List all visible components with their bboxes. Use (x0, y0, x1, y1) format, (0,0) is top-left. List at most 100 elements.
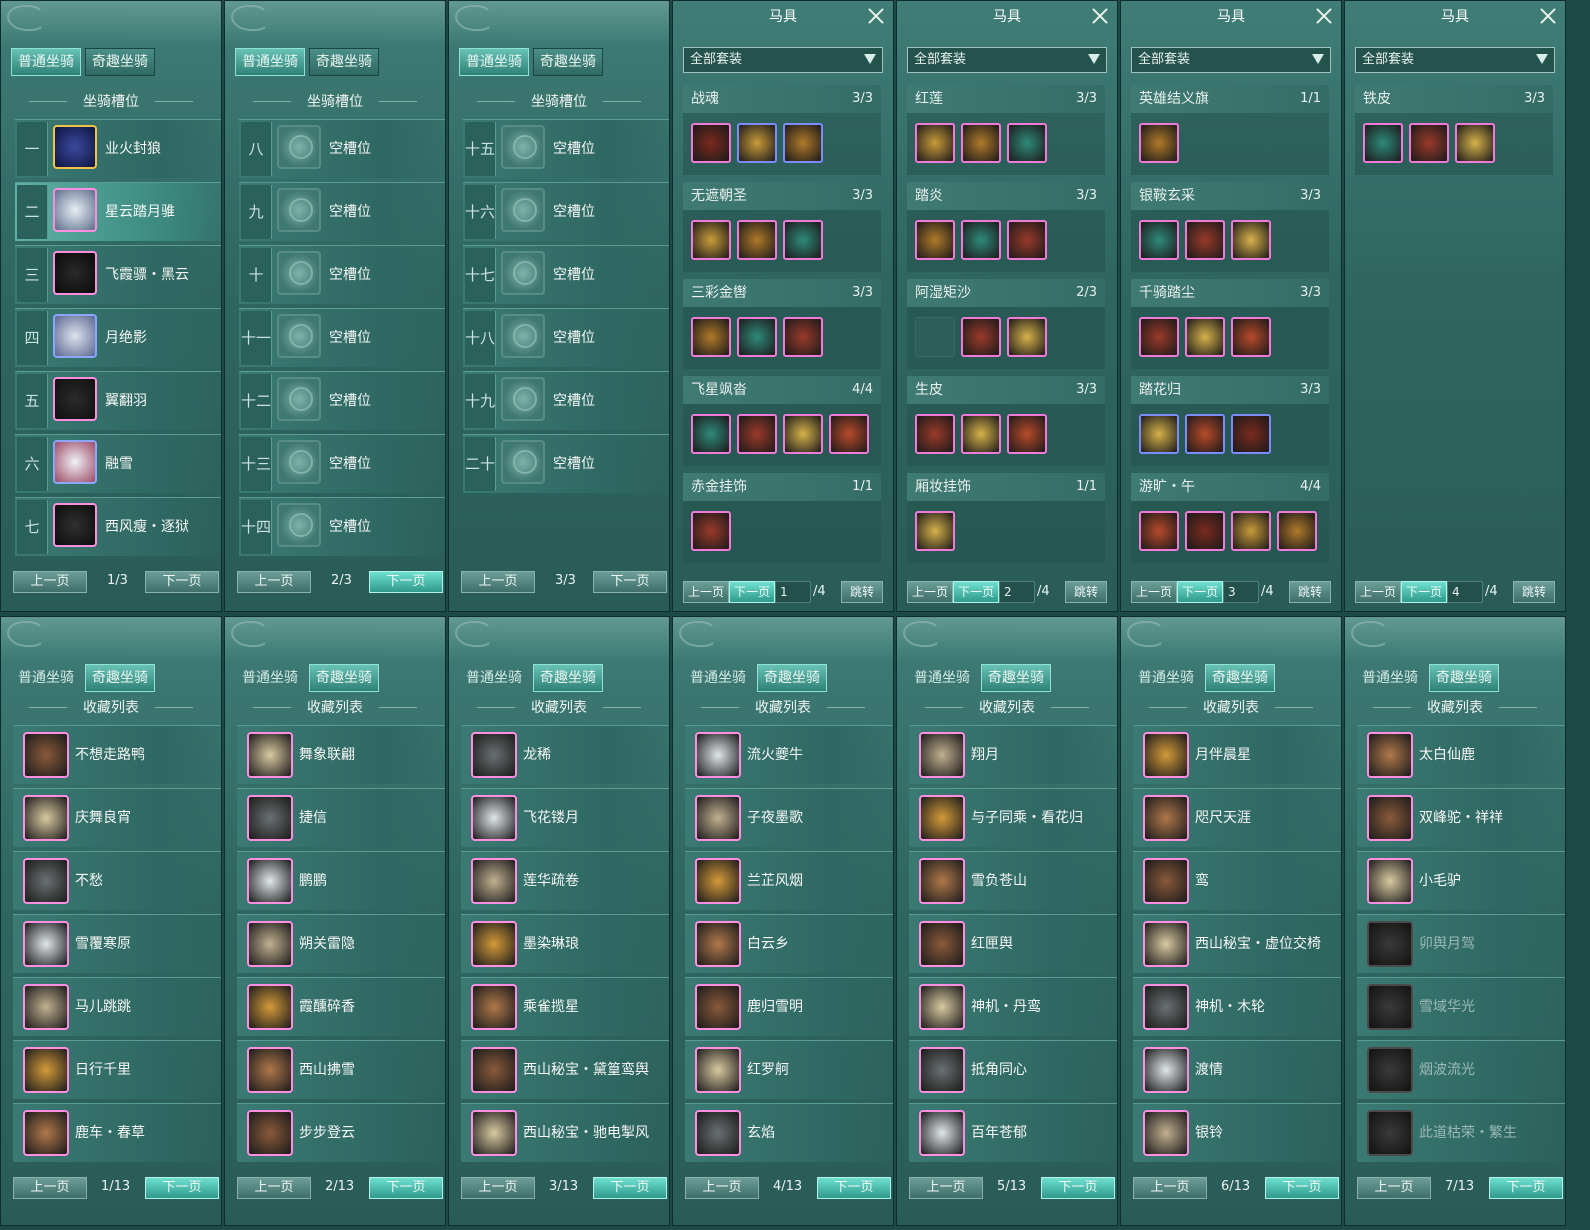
tab-normal-mounts[interactable]: 普通坐骑 (1355, 664, 1425, 692)
prev-page-button[interactable]: 上一页 (907, 581, 953, 603)
collection-item[interactable]: 翔月 (909, 725, 1117, 784)
tab-fun-mounts[interactable]: 奇趣坐骑 (85, 664, 155, 692)
tack-item-icon[interactable] (915, 511, 955, 551)
collection-item[interactable]: 不愁 (13, 851, 221, 910)
collection-item[interactable]: 银铃 (1133, 1103, 1341, 1162)
next-page-button[interactable]: 下一页 (953, 581, 999, 603)
mount-slot-row[interactable]: 八 空槽位 (239, 119, 445, 178)
tack-item-icon[interactable] (915, 220, 955, 260)
collection-item[interactable]: 庆舞良宵 (13, 788, 221, 847)
collection-item[interactable]: 西山秘宝・黛篁鸾舆 (461, 1040, 669, 1099)
next-page-button[interactable]: 下一页 (817, 1177, 891, 1199)
tack-item-icon[interactable] (783, 414, 823, 454)
collection-item[interactable]: 神机・木轮 (1133, 977, 1341, 1036)
tack-item-icon[interactable] (915, 317, 955, 357)
next-page-button[interactable]: 下一页 (1265, 1177, 1339, 1199)
tab-normal-mounts[interactable]: 普通坐骑 (459, 664, 529, 692)
prev-page-button[interactable]: 上一页 (683, 581, 729, 603)
tack-item-icon[interactable] (1139, 414, 1179, 454)
collection-item[interactable]: 飞花镂月 (461, 788, 669, 847)
set-filter-dropdown[interactable]: 全部套装 (1355, 47, 1555, 73)
next-page-button[interactable]: 下一页 (729, 581, 775, 603)
page-input[interactable]: 2 (999, 581, 1035, 603)
tab-fun-mounts[interactable]: 奇趣坐骑 (1205, 664, 1275, 692)
set-filter-dropdown[interactable]: 全部套装 (683, 47, 883, 73)
next-page-button[interactable]: 下一页 (1177, 581, 1223, 603)
collection-item[interactable]: 鸾 (1133, 851, 1341, 910)
tack-item-icon[interactable] (1277, 511, 1317, 551)
tack-item-icon[interactable] (1231, 220, 1271, 260)
mount-slot-row[interactable]: 十 空槽位 (239, 245, 445, 304)
tack-item-icon[interactable] (915, 123, 955, 163)
tack-item-icon[interactable] (1007, 220, 1047, 260)
tack-item-icon[interactable] (915, 414, 955, 454)
collection-item[interactable]: 雪覆寒原 (13, 914, 221, 973)
collection-item[interactable]: 红罗舸 (685, 1040, 893, 1099)
page-input[interactable]: 3 (1223, 581, 1259, 603)
collection-item[interactable]: 霞醺碎香 (237, 977, 445, 1036)
next-page-button[interactable]: 下一页 (593, 1177, 667, 1199)
tack-item-icon[interactable] (1185, 317, 1225, 357)
collection-item[interactable]: 流火夔牛 (685, 725, 893, 784)
tack-item-icon[interactable] (961, 220, 1001, 260)
collection-item[interactable]: 卯舆月驾 (1357, 914, 1565, 973)
tab-normal-mounts[interactable]: 普通坐骑 (907, 664, 977, 692)
tab-normal-mounts[interactable]: 普通坐骑 (11, 48, 81, 76)
collection-item[interactable]: 小毛驴 (1357, 851, 1565, 910)
collection-item[interactable]: 西山秘宝・驰电掣风 (461, 1103, 669, 1162)
mount-slot-row[interactable]: 十六 空槽位 (463, 182, 669, 241)
tab-fun-mounts[interactable]: 奇趣坐骑 (981, 664, 1051, 692)
page-input[interactable]: 1 (775, 581, 811, 603)
mount-slot-row[interactable]: 十七 空槽位 (463, 245, 669, 304)
tab-fun-mounts[interactable]: 奇趣坐骑 (85, 48, 155, 76)
tack-item-icon[interactable] (961, 123, 1001, 163)
tack-item-icon[interactable] (783, 220, 823, 260)
tack-item-icon[interactable] (1185, 414, 1225, 454)
tack-item-icon[interactable] (783, 317, 823, 357)
prev-page-button[interactable]: 上一页 (13, 1177, 87, 1199)
collection-item[interactable]: 步步登云 (237, 1103, 445, 1162)
tack-item-icon[interactable] (737, 220, 777, 260)
collection-item[interactable]: 雪负苍山 (909, 851, 1117, 910)
mount-slot-row[interactable]: 十八 空槽位 (463, 308, 669, 367)
tack-item-icon[interactable] (691, 220, 731, 260)
collection-item[interactable]: 雪域华光 (1357, 977, 1565, 1036)
collection-item[interactable]: 龙稀 (461, 725, 669, 784)
tack-item-icon[interactable] (1007, 123, 1047, 163)
tack-item-icon[interactable] (1363, 123, 1403, 163)
tab-normal-mounts[interactable]: 普通坐骑 (459, 48, 529, 76)
next-page-button[interactable]: 下一页 (369, 1177, 443, 1199)
mount-slot-row[interactable]: 二 星云踏月骓 (15, 182, 221, 241)
next-page-button[interactable]: 下一页 (593, 571, 667, 593)
collection-item[interactable]: 舞象联翩 (237, 725, 445, 784)
mount-slot-row[interactable]: 五 翼翻羽 (15, 371, 221, 430)
collection-item[interactable]: 莲华疏卷 (461, 851, 669, 910)
tack-item-icon[interactable] (829, 414, 869, 454)
collection-item[interactable]: 西山拂雪 (237, 1040, 445, 1099)
tack-item-icon[interactable] (691, 414, 731, 454)
prev-page-button[interactable]: 上一页 (1357, 1177, 1431, 1199)
tack-item-icon[interactable] (691, 123, 731, 163)
tab-fun-mounts[interactable]: 奇趣坐骑 (1429, 664, 1499, 692)
collection-item[interactable]: 墨染琳琅 (461, 914, 669, 973)
tack-item-icon[interactable] (737, 414, 777, 454)
collection-item[interactable]: 玄焰 (685, 1103, 893, 1162)
tab-fun-mounts[interactable]: 奇趣坐骑 (309, 48, 379, 76)
tack-item-icon[interactable] (1231, 414, 1271, 454)
collection-item[interactable]: 子夜墨歌 (685, 788, 893, 847)
prev-page-button[interactable]: 上一页 (1133, 1177, 1207, 1199)
tack-item-icon[interactable] (737, 317, 777, 357)
collection-item[interactable]: 鹿归雪明 (685, 977, 893, 1036)
prev-page-button[interactable]: 上一页 (685, 1177, 759, 1199)
prev-page-button[interactable]: 上一页 (1355, 581, 1401, 603)
mount-slot-row[interactable]: 十四 空槽位 (239, 497, 445, 556)
tack-item-icon[interactable] (783, 123, 823, 163)
jump-button[interactable]: 跳转 (1289, 581, 1331, 603)
tab-fun-mounts[interactable]: 奇趣坐骑 (309, 664, 379, 692)
prev-page-button[interactable]: 上一页 (237, 571, 311, 593)
tab-normal-mounts[interactable]: 普通坐骑 (683, 664, 753, 692)
prev-page-button[interactable]: 上一页 (461, 571, 535, 593)
collection-item[interactable]: 日行千里 (13, 1040, 221, 1099)
tab-fun-mounts[interactable]: 奇趣坐骑 (533, 664, 603, 692)
close-icon[interactable] (1313, 5, 1335, 27)
